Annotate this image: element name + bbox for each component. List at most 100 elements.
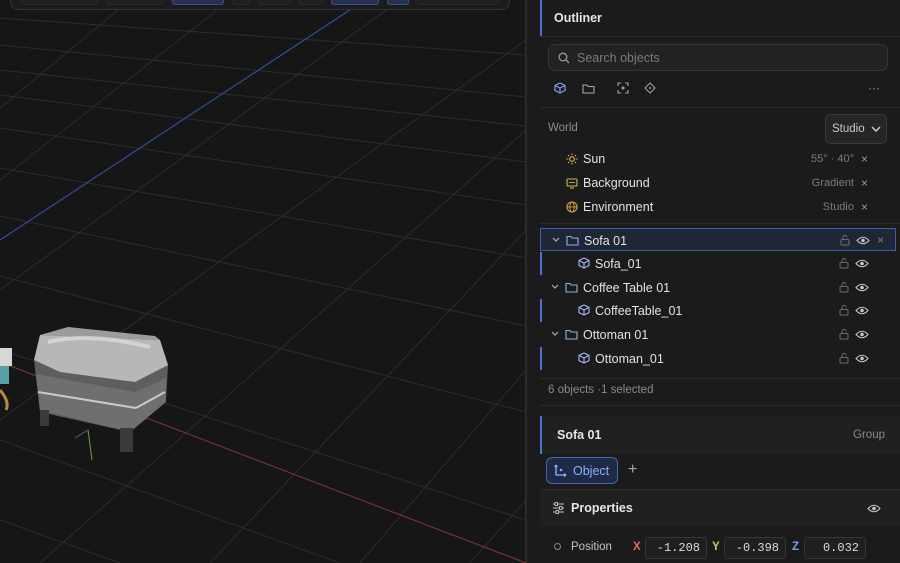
chevron-down-icon — [871, 126, 881, 132]
tree-item-name: Sofa 01 — [584, 234, 628, 248]
folder-icon — [565, 329, 578, 340]
sliders-icon — [553, 502, 564, 514]
world-item-name: Sun — [583, 152, 606, 166]
eye-icon[interactable] — [855, 305, 869, 316]
eye-icon[interactable] — [855, 282, 869, 293]
toolbar-button[interactable] — [416, 0, 499, 5]
mesh-icon — [578, 304, 590, 316]
lock-icon[interactable] — [838, 352, 850, 364]
tab-object[interactable]: Object — [546, 457, 618, 484]
toolbar-button-active[interactable] — [331, 0, 379, 5]
world-item-background[interactable]: Background Gradient × — [540, 172, 896, 194]
divider — [540, 36, 900, 37]
position-y-input[interactable] — [724, 537, 786, 559]
toolbar-button[interactable] — [21, 0, 98, 5]
search-input[interactable] — [577, 50, 857, 65]
divider — [540, 107, 900, 108]
folder-icon — [565, 282, 578, 293]
remove-icon[interactable]: × — [877, 233, 884, 247]
chevron-down-icon[interactable] — [550, 329, 560, 339]
tree-item-name: CoffeeTable_01 — [595, 304, 683, 318]
tree-item-name: Ottoman 01 — [583, 328, 649, 342]
eye-icon[interactable] — [855, 329, 869, 340]
tree-guide — [540, 347, 542, 370]
crosshair-icon[interactable] — [640, 78, 660, 98]
tree-row-sofa-mesh[interactable]: Sofa_01 — [540, 252, 896, 275]
toolbar-button-active[interactable] — [172, 0, 224, 5]
world-item-name: Environment — [583, 200, 654, 214]
search-box[interactable] — [548, 44, 888, 71]
eye-icon[interactable] — [856, 235, 870, 246]
tree-row-coffee-table-01[interactable]: Coffee Table 01 — [540, 276, 896, 299]
chevron-down-icon[interactable] — [550, 282, 560, 292]
world-preset-select[interactable]: Studio — [825, 114, 887, 144]
eye-icon[interactable] — [867, 503, 881, 514]
add-tab-button[interactable]: + — [628, 461, 637, 479]
lock-icon[interactable] — [838, 328, 850, 340]
divider — [540, 405, 900, 406]
world-item-sun[interactable]: Sun 55° · 40° × — [540, 148, 896, 170]
lock-icon[interactable] — [838, 257, 850, 269]
tree-item-name: Coffee Table 01 — [583, 281, 671, 295]
lock-icon[interactable] — [838, 304, 850, 316]
world-item-value: Gradient — [811, 177, 854, 189]
toolbar-button-active[interactable] — [386, 0, 409, 5]
world-item-environment[interactable]: Environment Studio × — [540, 196, 896, 218]
background-icon — [566, 178, 578, 189]
tab-label: Object — [573, 463, 610, 478]
remove-icon[interactable]: × — [861, 152, 868, 166]
toolbar-button[interactable] — [105, 0, 165, 5]
outliner-filter-bar: ··· — [548, 78, 888, 98]
more-icon[interactable]: ··· — [864, 78, 884, 98]
tree-row-coffee-table-mesh[interactable]: CoffeeTable_01 — [540, 299, 896, 322]
eye-icon[interactable] — [855, 258, 869, 269]
keyframe-dot-icon[interactable] — [554, 543, 561, 550]
mesh-icon — [578, 257, 590, 269]
world-item-value: Studio — [822, 201, 854, 213]
tree-item-name: Ottoman_01 — [595, 352, 664, 366]
lock-icon[interactable] — [838, 281, 850, 293]
properties-header[interactable]: Properties — [540, 490, 900, 526]
transform-icon — [554, 464, 567, 477]
viewport-grid — [0, 0, 526, 563]
toolbar-button[interactable] — [299, 0, 323, 5]
world-item-name: Background — [583, 176, 650, 190]
eye-icon[interactable] — [855, 353, 869, 364]
axis-y-label: Y — [712, 541, 720, 553]
outliner-status: 6 objects ·1 selected — [548, 384, 654, 396]
sun-icon — [566, 153, 578, 165]
focus-icon[interactable] — [613, 78, 633, 98]
position-x-input[interactable] — [645, 537, 707, 559]
coffee-table-model[interactable] — [0, 348, 12, 411]
axis-x-label: X — [633, 541, 641, 553]
tree-row-ottoman-01[interactable]: Ottoman 01 — [540, 323, 896, 346]
ottoman-model[interactable] — [34, 327, 168, 452]
remove-icon[interactable]: × — [861, 176, 868, 190]
toolbar-button[interactable] — [258, 0, 292, 5]
3d-viewport[interactable] — [0, 0, 526, 563]
outliner-title: Outliner — [540, 0, 896, 36]
folder-filter-icon[interactable] — [578, 78, 598, 98]
lock-icon[interactable] — [839, 234, 851, 246]
divider — [540, 223, 900, 224]
outliner-panel: Outliner ··· World Studio — [527, 0, 900, 563]
inspector-kind: Group — [853, 429, 885, 441]
toolbar-button[interactable] — [231, 0, 251, 5]
position-z-input[interactable] — [804, 537, 866, 559]
chevron-down-icon[interactable] — [551, 235, 561, 245]
axis-z-label: Z — [792, 541, 800, 553]
world-preset-value: Studio — [832, 123, 865, 135]
divider — [540, 378, 900, 379]
viewport-toolbar — [10, 0, 510, 10]
cube-filter-icon[interactable] — [550, 78, 570, 98]
tree-row-sofa-01[interactable]: Sofa 01 × — [540, 228, 896, 251]
search-icon — [558, 52, 570, 63]
tree-guide — [540, 299, 542, 322]
inspector-header: Sofa 01 Group — [540, 416, 900, 454]
inspector-title: Sofa 01 — [557, 428, 602, 442]
tree-row-ottoman-mesh[interactable]: Ottoman_01 — [540, 347, 896, 370]
remove-icon[interactable]: × — [861, 200, 868, 214]
folder-icon — [566, 235, 579, 246]
tree-item-name: Sofa_01 — [595, 257, 642, 271]
world-item-value: 55° · 40° — [810, 153, 854, 165]
